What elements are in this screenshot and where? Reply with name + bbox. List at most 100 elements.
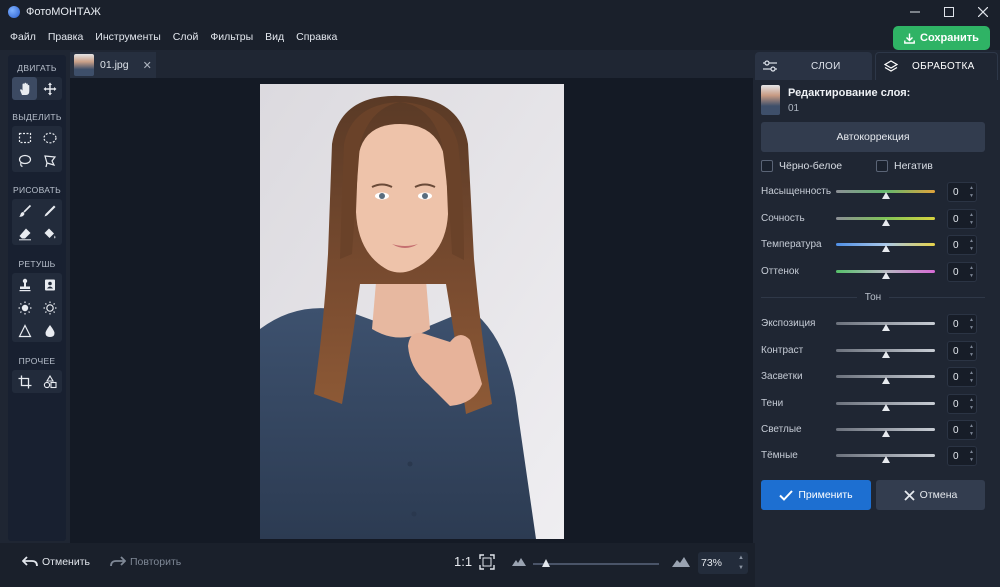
checkbox-label: Чёрно-белое: [779, 160, 843, 172]
slider-thumb[interactable]: [882, 219, 890, 226]
slider-thumb[interactable]: [882, 377, 890, 384]
spinner-icon[interactable]: ▲ ▼: [969, 265, 974, 279]
slider-value-input[interactable]: 0 ▲ ▼: [947, 314, 977, 334]
spinner-icon[interactable]: ▲ ▼: [969, 317, 974, 331]
zoom-slider-track[interactable]: [533, 563, 659, 565]
slider-value-input[interactable]: 0 ▲ ▼: [947, 262, 977, 282]
slider-value-text: 0: [953, 318, 959, 330]
minimize-icon[interactable]: [898, 0, 932, 24]
autocorrection-button[interactable]: Автокоррекция: [761, 122, 985, 152]
zoom-in-icon[interactable]: [672, 556, 690, 570]
ellipse-select-tool[interactable]: [37, 126, 62, 149]
canvas-area[interactable]: [70, 78, 753, 543]
slider-value-input[interactable]: 0 ▲ ▼: [947, 182, 977, 202]
slider-value-input[interactable]: 0 ▲ ▼: [947, 341, 977, 361]
spinner-icon[interactable]: ▲ ▼: [969, 449, 974, 463]
checkbox-box[interactable]: [876, 160, 888, 172]
redo-button[interactable]: Повторить: [110, 556, 181, 568]
cancel-button[interactable]: Отмена: [876, 480, 985, 510]
undo-button[interactable]: Отменить: [22, 556, 90, 568]
brush-icon: [18, 204, 31, 217]
spinner-icon[interactable]: ▲ ▼: [969, 238, 974, 252]
rect-select-tool[interactable]: [12, 126, 37, 149]
stamp-tool[interactable]: [12, 273, 37, 296]
slider-thumb[interactable]: [882, 404, 890, 411]
tool-group-retouch: [12, 273, 62, 342]
slider-thumb[interactable]: [882, 351, 890, 358]
slider-thumb[interactable]: [882, 192, 890, 199]
slider-label: Оттенок: [761, 266, 799, 277]
slider-value-input[interactable]: 0 ▲ ▼: [947, 446, 977, 466]
hand-tool[interactable]: [12, 77, 37, 100]
zoom-input[interactable]: 73% ▲ ▼: [698, 552, 748, 574]
patch-tool[interactable]: [37, 273, 62, 296]
layer-thumbnail: [761, 85, 780, 115]
slider-thumb[interactable]: [882, 245, 890, 252]
slider-value-input[interactable]: 0 ▲ ▼: [947, 394, 977, 414]
menu-filters[interactable]: Фильтры: [204, 31, 259, 43]
menu-view[interactable]: Вид: [259, 31, 290, 43]
spinner-icon[interactable]: ▲ ▼: [969, 423, 974, 437]
maximize-icon[interactable]: [932, 0, 966, 24]
slider-thumb[interactable]: [882, 272, 890, 279]
apply-button[interactable]: Применить: [761, 480, 871, 510]
slider-value-input[interactable]: 0 ▲ ▼: [947, 367, 977, 387]
save-button[interactable]: Сохранить: [893, 26, 990, 50]
brightness-tool[interactable]: [12, 296, 37, 319]
slider-thumb[interactable]: [882, 456, 890, 463]
apply-button-label: Применить: [798, 489, 853, 501]
spinner-icon[interactable]: ▲ ▼: [969, 344, 974, 358]
spinner-icon[interactable]: ▲ ▼: [969, 212, 974, 226]
checkbox-box[interactable]: [761, 160, 773, 172]
menu-tools[interactable]: Инструменты: [89, 31, 166, 43]
tool-section-title: ВЫДЕЛИТЬ: [12, 112, 62, 122]
slider-value-input[interactable]: 0 ▲ ▼: [947, 235, 977, 255]
checkbox-black-white[interactable]: Чёрно-белое: [761, 160, 842, 172]
polygon-lasso-tool[interactable]: [37, 149, 62, 172]
slider-saturation: Насыщенность 0 ▲ ▼: [761, 182, 986, 202]
brush-tool[interactable]: [12, 199, 37, 222]
redo-icon: [110, 556, 126, 567]
tab-layers[interactable]: СЛОИ: [755, 52, 872, 80]
zoom-spinner-icon[interactable]: ▲ ▼: [737, 555, 745, 571]
blur-tool[interactable]: [37, 319, 62, 342]
app-window: ФотоМОНТАЖ Файл Правка Инструменты Слой …: [0, 0, 1000, 587]
undo-icon: [22, 556, 38, 567]
checkmark-icon: [779, 489, 794, 501]
menu-edit[interactable]: Правка: [42, 31, 89, 43]
slider-thumb[interactable]: [882, 324, 890, 331]
actual-size-button[interactable]: 1:1: [454, 554, 472, 569]
close-tab-icon[interactable]: ✕: [143, 59, 152, 72]
spinner-icon[interactable]: ▲ ▼: [969, 397, 974, 411]
sharpen-tool[interactable]: [12, 319, 37, 342]
zoom-slider-thumb[interactable]: [541, 559, 550, 567]
spinner-icon[interactable]: ▲ ▼: [969, 185, 974, 199]
slider-value-input[interactable]: 0 ▲ ▼: [947, 209, 977, 229]
fill-tool[interactable]: [37, 222, 62, 245]
slider-value-input[interactable]: 0 ▲ ▼: [947, 420, 977, 440]
menu-file[interactable]: Файл: [4, 31, 42, 43]
close-icon: [904, 489, 915, 501]
crop-tool[interactable]: [12, 370, 37, 393]
fit-screen-icon[interactable]: [479, 554, 495, 573]
move-tool[interactable]: [37, 77, 62, 100]
pencil-tool[interactable]: [37, 199, 62, 222]
lasso-tool[interactable]: [12, 149, 37, 172]
slider-value-text: 0: [953, 371, 959, 383]
shapes-tool[interactable]: [37, 370, 62, 393]
document-tab[interactable]: 01.jpg ✕: [70, 52, 156, 78]
cancel-button-label: Отмена: [919, 489, 958, 501]
eraser-tool[interactable]: [12, 222, 37, 245]
slider-exposure: Экспозиция 0 ▲ ▼: [761, 314, 986, 334]
spinner-icon[interactable]: ▲ ▼: [969, 370, 974, 384]
dodge-tool[interactable]: [37, 296, 62, 319]
tone-section-title: Тон: [755, 292, 991, 303]
zoom-out-icon[interactable]: [512, 557, 526, 569]
patch-icon: [44, 279, 55, 290]
tab-processing[interactable]: ОБРАБОТКА: [875, 52, 998, 80]
checkbox-negative[interactable]: Негатив: [876, 160, 933, 172]
menu-layer[interactable]: Слой: [167, 31, 205, 43]
slider-thumb[interactable]: [882, 430, 890, 437]
close-icon[interactable]: [966, 0, 1000, 24]
menu-help[interactable]: Справка: [290, 31, 343, 43]
